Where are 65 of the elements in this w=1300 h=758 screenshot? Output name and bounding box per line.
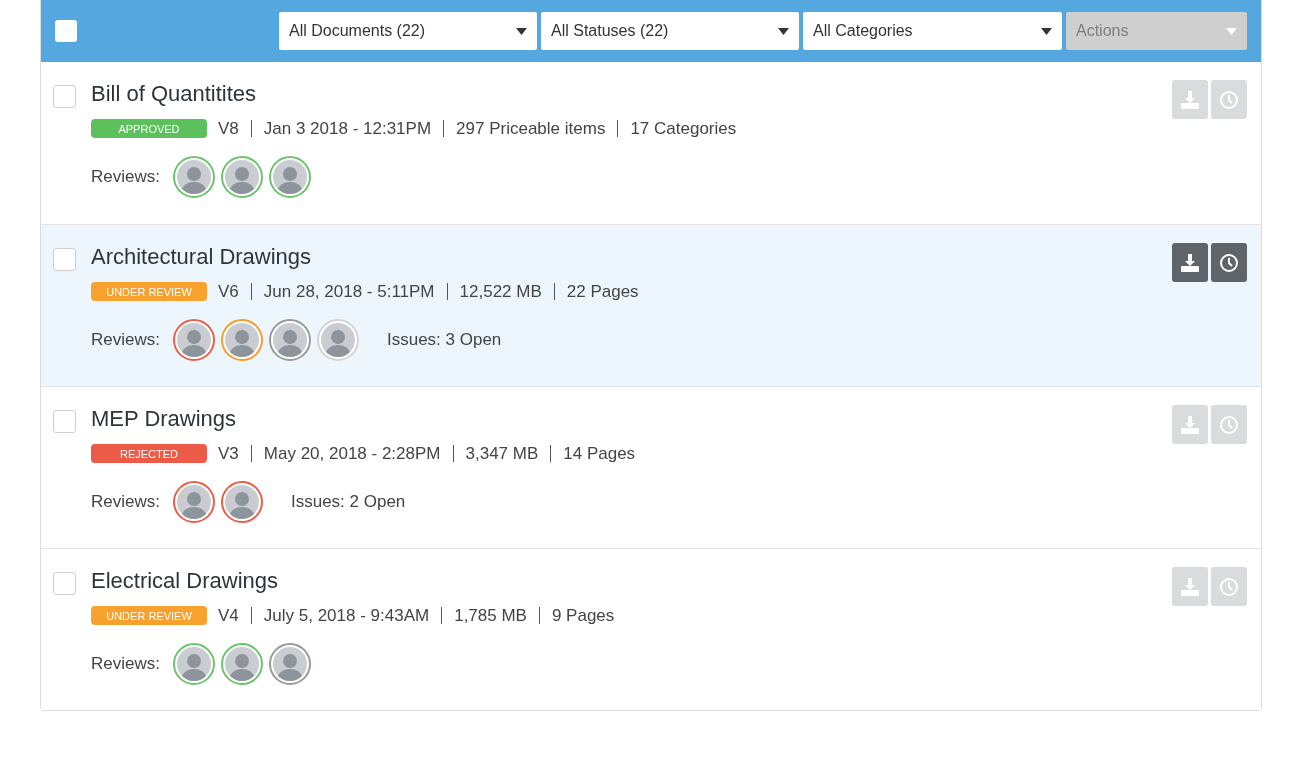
issues-count: Issues: 3 Open [386, 328, 502, 351]
reviewer-avatar[interactable] [268, 642, 311, 685]
document-meta: V4 [218, 605, 239, 627]
document-title: MEP Drawings [91, 405, 238, 433]
clock-icon [1219, 89, 1239, 110]
clock-icon [1219, 252, 1239, 273]
reviewer-avatar[interactable] [172, 318, 215, 361]
reviewer-avatar[interactable] [268, 318, 311, 361]
download-icon [1180, 576, 1200, 597]
download-icon [1180, 414, 1200, 435]
reviewer-avatar[interactable] [172, 155, 215, 198]
row-checkbox[interactable] [53, 572, 76, 595]
reviewer-avatar[interactable] [172, 642, 215, 685]
document-meta: 1,785 MB [454, 605, 527, 627]
filter-dropdown[interactable]: All Statuses (22) [541, 12, 799, 50]
document-meta: 9 Pages [551, 605, 615, 627]
caret-icon [1226, 27, 1237, 35]
status-badge: UNDER REVIEW [91, 282, 207, 302]
status-badge: REJECTED [91, 444, 207, 464]
document-meta: 3,347 MB [465, 443, 539, 465]
filter-dropdown[interactable]: All Categories [803, 12, 1062, 50]
history-button[interactable] [1211, 243, 1247, 282]
reviewer-avatar[interactable] [220, 642, 263, 685]
document-meta: 12,522 MB [459, 281, 542, 303]
row-checkbox[interactable] [53, 248, 76, 271]
document-meta: V8 [218, 118, 239, 140]
clock-icon [1219, 414, 1239, 435]
reviewer-avatar[interactable] [220, 155, 263, 198]
document-title: Bill of Quantitites [91, 80, 258, 108]
row-checkbox[interactable] [53, 410, 76, 433]
document-meta: V3 [218, 443, 239, 465]
document-row[interactable]: Electrical Drawings UNDER REVIEW V4 July 5, 2018 - 9:43AM 1,785 MB 9 Pages Reviews: [41, 548, 1261, 710]
status-badge: UNDER REVIEW [91, 606, 207, 626]
document-meta: July 5, 2018 - 9:43AM [263, 605, 430, 627]
reviews-label: Reviews: [91, 652, 160, 675]
document-meta: May 20, 2018 - 2:28PM [263, 443, 441, 465]
caret-icon [778, 27, 789, 35]
reviewer-avatar[interactable] [220, 480, 263, 523]
reviews-label: Reviews: [91, 165, 160, 188]
reviewer-avatar[interactable] [172, 480, 215, 523]
download-icon [1180, 89, 1200, 110]
document-title: Architectural Drawings [91, 243, 313, 271]
issues-count: Issues: 2 Open [290, 490, 406, 513]
document-row[interactable]: Architectural Drawings UNDER REVIEW V6 Jun 28, 2018 - 5:11PM 12,522 MB 22 Pages Reviews: Issues: 3 Open [41, 224, 1261, 386]
reviewer-avatar[interactable] [268, 155, 311, 198]
caret-icon [1041, 27, 1052, 35]
row-checkbox[interactable] [53, 85, 76, 108]
document-meta: 297 Priceable items [456, 118, 606, 140]
select-all-checkbox[interactable] [55, 20, 77, 42]
reviews-label: Reviews: [91, 328, 160, 351]
filter-dropdown[interactable]: All Documents (22) [279, 12, 537, 50]
document-meta: V6 [218, 281, 239, 303]
document-meta: 17 Categories [630, 118, 737, 140]
reviewer-avatar[interactable] [220, 318, 263, 361]
reviews-label: Reviews: [91, 490, 160, 513]
document-meta: Jan 3 2018 - 12:31PM [263, 118, 432, 140]
document-meta: Jun 28, 2018 - 5:11PM [263, 281, 435, 303]
download-icon [1180, 252, 1200, 273]
document-meta: 22 Pages [566, 281, 639, 303]
status-badge: APPROVED [91, 119, 207, 139]
download-button[interactable] [1172, 243, 1208, 282]
caret-icon [516, 27, 527, 35]
document-title: Electrical Drawings [91, 567, 280, 595]
document-meta: 14 Pages [563, 443, 636, 465]
clock-icon [1219, 576, 1239, 597]
